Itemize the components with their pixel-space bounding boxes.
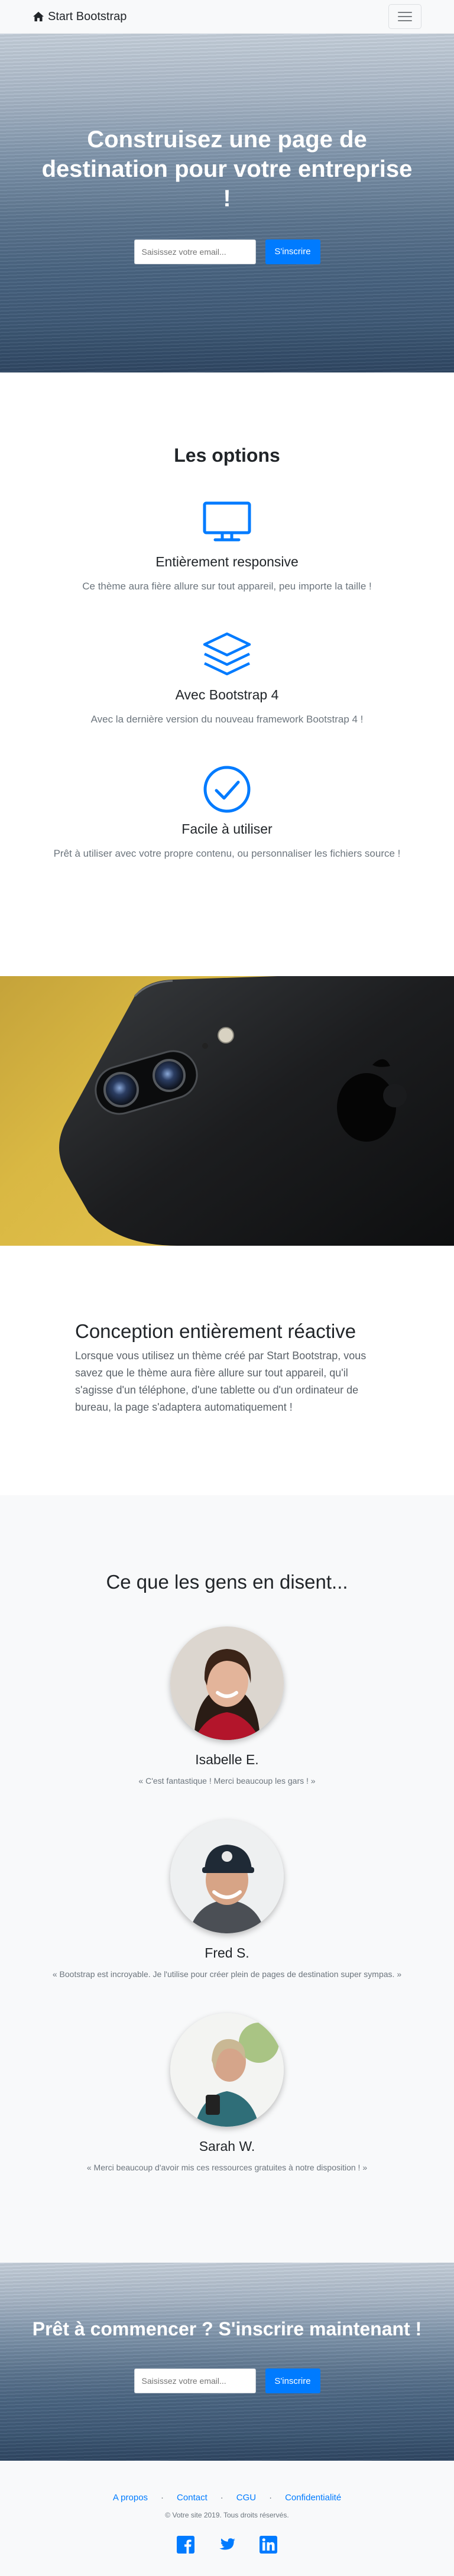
twitter-icon (219, 2538, 235, 2550)
footer-links: A propos · Contact · CGU · Confidentiali… (0, 2493, 454, 2503)
footer-link-about[interactable]: A propos (113, 2493, 148, 2503)
footer-link-terms[interactable]: CGU (236, 2493, 256, 2503)
responsive-text: Lorsque vous utilisez un thème créé par … (75, 1350, 367, 1414)
testimonial-quote: « Merci beaucoup d'avoir mis ces ressour… (86, 2163, 368, 2172)
hero-email-input[interactable] (134, 239, 256, 264)
feature-item: Facile à utiliser Prêt à utiliser avec v… (0, 764, 454, 860)
brand-text: Start Bootstrap (48, 9, 127, 23)
feature-item: Avec Bootstrap 4 Avec la dernière versio… (0, 630, 454, 725)
cta-section: Prêt à commencer ? S'inscrire maintenant… (0, 2263, 454, 2461)
testimonial-quote: « Bootstrap est incroyable. Je l'utilise… (52, 1969, 402, 1979)
hero-section: Construisez une page de destination pour… (0, 34, 454, 372)
linkedin-icon (260, 2536, 277, 2554)
testimonial-quote: « C'est fantastique ! Merci beaucoup les… (138, 1776, 316, 1786)
footer-separator: · (161, 2493, 164, 2503)
feature-title: Facile à utiliser (181, 821, 273, 837)
hamburger-icon (398, 12, 412, 21)
responsive-title: Conception entièrement réactive (75, 1320, 356, 1342)
feature-text: Ce thème aura fière allure sur tout appa… (82, 581, 372, 592)
options-section: Les options Entièrement responsive Ce th… (0, 372, 454, 976)
cta-signup-form: S'inscrire (134, 2368, 320, 2393)
facebook-link[interactable] (177, 2536, 194, 2556)
footer-separator: · (269, 2493, 273, 2503)
testimonial-item: Isabelle E. « C'est fantastique ! Merci … (0, 1626, 454, 1786)
cta-submit-button[interactable]: S'inscrire (265, 2368, 320, 2393)
twitter-link[interactable] (218, 2536, 236, 2556)
feature-title: Entièrement responsive (155, 554, 299, 569)
copyright-text: © Votre site 2019. Tous droits réservés. (165, 2511, 289, 2519)
testimonial-item: Fred S. « Bootstrap est incroyable. Je l… (0, 1820, 454, 1979)
footer: A propos · Contact · CGU · Confidentiali… (0, 2461, 454, 2576)
feature-title: Avec Bootstrap 4 (175, 687, 279, 702)
footer-link-contact[interactable]: Contact (177, 2493, 207, 2503)
footer-link-privacy[interactable]: Confidentialité (285, 2493, 341, 2503)
social-links (0, 2536, 454, 2556)
linkedin-link[interactable] (260, 2536, 277, 2556)
hero-signup-form: S'inscrire (134, 239, 320, 264)
facebook-icon (177, 2536, 194, 2554)
testimonial-name: Fred S. (205, 1945, 249, 1961)
avatar (170, 2013, 284, 2127)
testimonials-title: Ce que les gens en disent... (106, 1571, 348, 1593)
desktop-monitor-icon (203, 501, 251, 542)
phone-photo (59, 976, 454, 1246)
navbar: Start Bootstrap (0, 0, 454, 34)
feature-text: Prêt à utiliser avec votre propre conten… (53, 848, 401, 859)
avatar (170, 1820, 284, 1933)
cta-title: Prêt à commencer ? S'inscrire maintenant… (32, 2318, 422, 2340)
testimonial-name: Isabelle E. (195, 1752, 259, 1767)
hero-submit-button[interactable]: S'inscrire (265, 239, 320, 264)
cta-email-input[interactable] (134, 2368, 256, 2393)
check-circle-icon (203, 766, 251, 813)
menu-toggle-button[interactable] (388, 4, 421, 29)
brand-link[interactable]: Start Bootstrap (33, 10, 127, 24)
testimonial-name: Sarah W. (199, 2138, 255, 2154)
testimonial-item: Sarah W. « Merci beaucoup d'avoir mis ce… (0, 2013, 454, 2172)
responsive-section: Conception entièrement réactive Lorsque … (0, 1246, 454, 1495)
feature-text: Avec la dernière version du nouveau fram… (90, 714, 364, 725)
layers-icon (203, 632, 251, 676)
home-icon (33, 11, 44, 22)
testimonials-section: Ce que les gens en disent... Isabelle E.… (0, 1495, 454, 2263)
options-title: Les options (174, 445, 280, 466)
feature-item: Entièrement responsive Ce thème aura fiè… (0, 497, 454, 592)
hero-title: Construisez une page de destination pour… (41, 126, 413, 212)
showcase-image (0, 976, 454, 1246)
avatar (170, 1626, 284, 1740)
footer-separator: · (220, 2493, 223, 2503)
